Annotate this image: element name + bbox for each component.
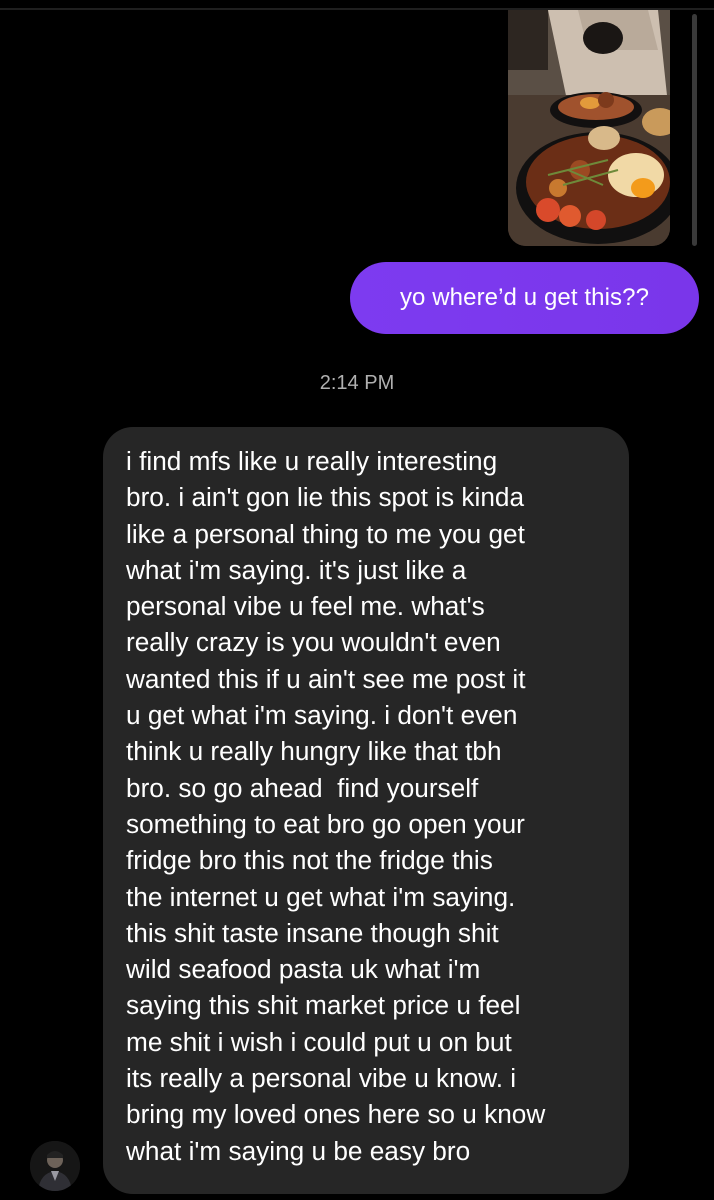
message-line: bro. so go ahead find yourself (126, 772, 479, 803)
sent-message-bubble[interactable]: yo where’d u get this?? (350, 262, 699, 334)
message-line: me shit i wish i could put u on but (126, 1026, 512, 1057)
message-line: what i'm saying u be easy bro (126, 1135, 471, 1166)
food-photo-message[interactable] (508, 10, 670, 246)
food-photo-icon (508, 10, 670, 246)
message-line: fridge bro this not the fridge this (126, 845, 493, 876)
message-line: the internet u get what i'm saying. (126, 881, 516, 912)
message-line: wild seafood pasta uk what i'm (126, 954, 481, 985)
message-line: its really a personal vibe u know. i (126, 1063, 517, 1094)
message-line: this shit taste insane though shit (126, 917, 499, 948)
message-timestamp: 2:14 PM (319, 372, 395, 394)
message-line: u get what i'm saying. i don't even (126, 700, 518, 731)
message-line: bring my loved ones here so u know (126, 1099, 546, 1130)
message-line: like a personal thing to me you get (126, 518, 525, 549)
sender-avatar[interactable] (30, 1141, 80, 1191)
message-line: wanted this if u ain't see me post it (126, 663, 526, 694)
chat-thread[interactable]: yo where’d u get this?? 2:14 PM i find m… (0, 0, 714, 1200)
message-line: personal vibe u feel me. what's (126, 591, 485, 622)
avatar-icon (30, 1141, 80, 1191)
message-line: something to eat bro go open your (126, 808, 525, 839)
message-line: i find mfs like u really interesting (126, 446, 498, 476)
received-message-bubble[interactable]: i find mfs like u really interesting bro… (103, 427, 629, 1194)
sent-message-text: yo where’d u get this?? (399, 284, 650, 311)
message-line: bro. i ain't gon lie this spot is kinda (126, 482, 525, 513)
scrollbar[interactable] (692, 14, 697, 246)
message-line: really crazy is you wouldn't even (126, 627, 501, 658)
message-line: what i'm saying. it's just like a (126, 554, 467, 585)
message-line: saying this shit market price u feel (126, 990, 521, 1021)
message-line: think u really hungry like that tbh (126, 736, 502, 767)
